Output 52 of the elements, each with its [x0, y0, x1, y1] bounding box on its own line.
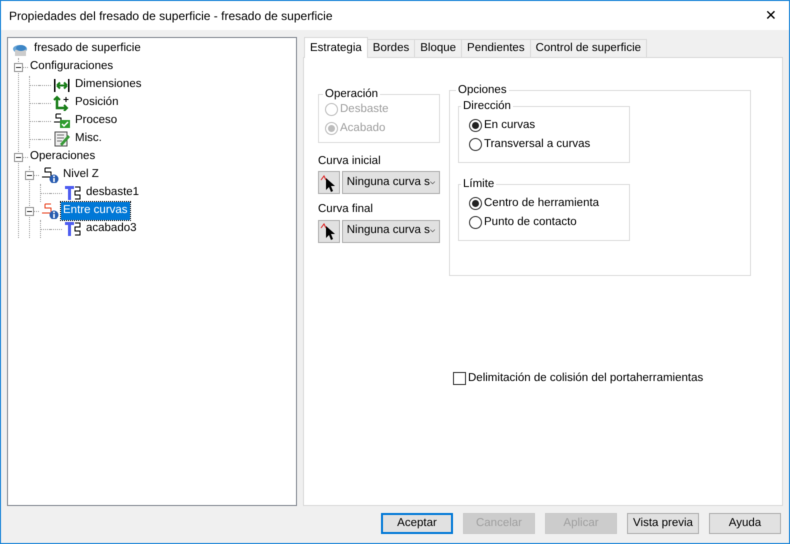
radio-label: Punto de contacto: [484, 214, 577, 230]
tab[interactable]: Estrategia: [304, 37, 368, 58]
radio-label: En curvas: [484, 118, 536, 133]
checkbox-label: Delimitación de colisión del portaherramientas: [468, 371, 704, 386]
tab[interactable]: Control de superficie: [530, 39, 648, 57]
collapse-toggle[interactable]: [25, 170, 34, 180]
dialog-button[interactable]: Aceptar: [381, 513, 453, 534]
radio-label: Acabado: [340, 120, 386, 136]
pick-curve-button[interactable]: [318, 220, 340, 242]
radio-button[interactable]: [469, 216, 482, 229]
toolpath-icon: [64, 185, 82, 201]
field-label: Curva inicial: [318, 154, 382, 169]
tree-item[interactable]: Configuraciones: [28, 58, 116, 76]
checkbox[interactable]: [453, 372, 466, 386]
tree-item[interactable]: Dimensiones: [73, 76, 144, 94]
tree-item[interactable]: desbaste1: [84, 184, 142, 202]
group-title: Opciones: [457, 84, 508, 96]
tree-item[interactable]: Operaciones: [28, 148, 98, 166]
curve-dropdown[interactable]: Ninguna curva s: [342, 171, 440, 194]
group-title: Operación: [324, 88, 380, 100]
toolpath-icon: [64, 221, 82, 237]
chevron-icon: [430, 180, 435, 186]
field-label: Curva final: [318, 202, 374, 218]
tree-item[interactable]: Proceso: [73, 112, 120, 130]
window-title: Propiedades del fresado de superficie - fresado de superficie: [9, 8, 333, 24]
radio-button[interactable]: [469, 197, 482, 210]
tree-item[interactable]: fresado de superficie: [32, 40, 143, 58]
group-title: Límite: [462, 178, 496, 190]
dimensions-icon: [53, 77, 71, 93]
collapse-toggle[interactable]: [14, 152, 23, 162]
radio-label: Transversal a curvas: [484, 136, 590, 152]
collapse-toggle[interactable]: [14, 62, 23, 72]
tree-item[interactable]: Nivel Z: [61, 166, 101, 184]
tree-item[interactable]: Misc.: [73, 130, 104, 148]
radio-label: Desbaste: [340, 102, 389, 117]
group-title: Dirección: [462, 100, 512, 112]
tree-item[interactable]: Posición: [73, 94, 120, 112]
dialog-button[interactable]: Vista previa: [627, 513, 699, 534]
checklist-icon: [53, 113, 71, 129]
pick-curve-button[interactable]: [318, 171, 340, 194]
close-button[interactable]: ✕: [761, 5, 781, 26]
tree-item[interactable]: acabado3: [84, 220, 139, 238]
curve-dropdown[interactable]: Ninguna curva s: [342, 220, 440, 242]
radio-label: Centro de herramienta: [484, 196, 600, 211]
collapse-toggle[interactable]: [25, 206, 34, 216]
notepad-icon: [53, 131, 71, 147]
dialog-button[interactable]: Ayuda: [709, 513, 781, 534]
tree-item[interactable]: Entre curvas: [61, 202, 130, 220]
radio-button[interactable]: [469, 138, 482, 151]
radio-button[interactable]: [469, 119, 482, 132]
chevron-icon: [430, 228, 435, 234]
axes-icon: [53, 95, 71, 111]
